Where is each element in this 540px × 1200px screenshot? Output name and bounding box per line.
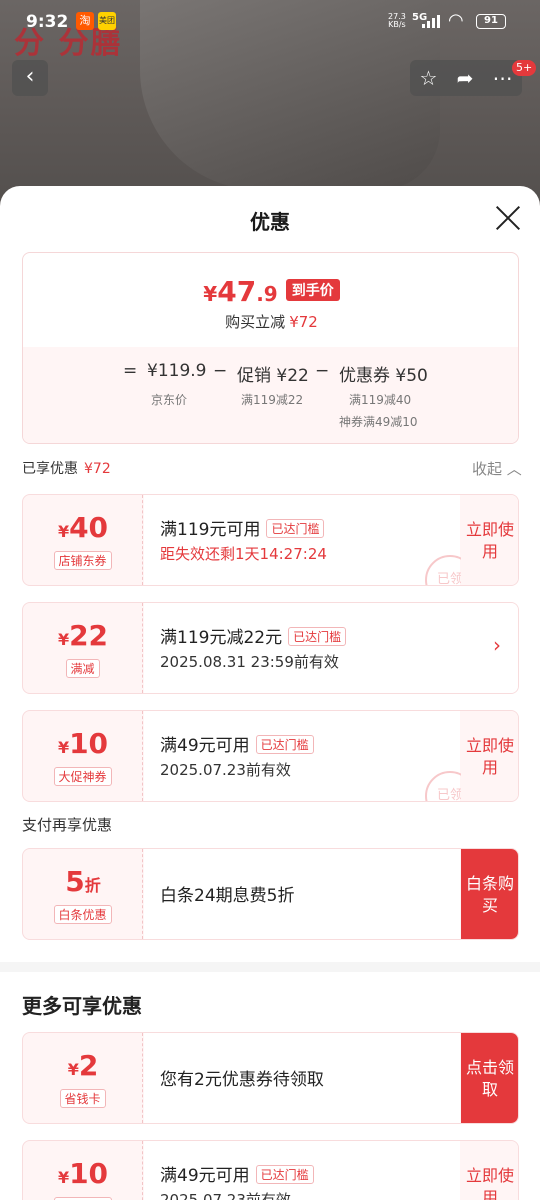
promo-amount: 促销 ¥22 xyxy=(237,366,309,386)
original-price-label: 京东价 xyxy=(151,393,188,407)
coupon-type: 满减 xyxy=(65,659,100,678)
favorite-icon[interactable]: ☆ xyxy=(420,66,438,90)
use-now-button[interactable]: 立即使用 xyxy=(461,495,518,585)
price-breakdown: = ¥119.9 京东价 − 促销 ¥22 满119减22 − 优惠券 ¥50 … xyxy=(23,347,518,443)
coupon-desc: 您有2元优惠券待领取 xyxy=(160,1070,324,1090)
coupon-expiry: 2025.07.23前有效 xyxy=(160,1191,291,1200)
threshold-badge: 已达门槛 xyxy=(266,519,325,538)
coupon-sub-2: 神券满49减10 xyxy=(339,415,418,429)
coupon-info: 满119元可用 已达门槛 距失效还剩1天14:27:24 xyxy=(144,495,460,585)
threshold-badge: 已达门槛 xyxy=(255,735,314,754)
more-offer-card: ¥2 省钱卡 您有2元优惠券待领取 点击领取 xyxy=(22,1032,519,1124)
discount-sheet: 优惠 ¥47.9 到手价 购买立减 ¥72 = ¥119.9 京东价 − 促销 ¥2… xyxy=(0,186,540,1200)
claim-button[interactable]: 点击领取 xyxy=(461,1033,518,1123)
taobao-app-icon: 淘 xyxy=(76,12,94,30)
coupon-expiry: 2025.07.23前有效 xyxy=(160,761,291,779)
coupon-type: 大促神券 xyxy=(53,767,112,786)
coupon-card: ¥40 店铺东券 满119元可用 已达门槛 距失效还剩1天14:27:24 已领 … xyxy=(22,494,519,586)
top-actions: ☆ ➦ ⋯ xyxy=(410,60,522,96)
coupon-value: ¥22 满减 xyxy=(23,603,143,693)
coupon-info: 您有2元优惠券待领取 xyxy=(144,1033,460,1123)
coupon-info: 满119元减22元 已达门槛 2025.08.31 23:59前有效 xyxy=(144,603,518,693)
use-now-button[interactable]: 立即使用 xyxy=(461,711,518,801)
collapse-button[interactable]: 收起 ︿ xyxy=(472,458,522,479)
close-icon[interactable] xyxy=(494,204,522,232)
pay-section-label: 支付再享优惠 xyxy=(22,816,113,834)
save-line: 购买立减 ¥72 xyxy=(225,313,318,331)
coupon-value: ¥10 大促神券 xyxy=(23,711,143,801)
status-time: 9:32 xyxy=(26,12,69,32)
signal-bars-icon xyxy=(422,15,440,28)
notification-badge: 5+ xyxy=(512,60,537,76)
chevron-right-icon[interactable]: › xyxy=(493,633,501,657)
coupon-info: 满49元可用 已达门槛 2025.07.23前有效 xyxy=(144,1141,460,1200)
final-price-tag: 到手价 xyxy=(285,279,340,301)
coupon-card[interactable]: ¥22 满减 满119元减22元 已达门槛 2025.08.31 23:59前有效… xyxy=(22,602,519,694)
pay-offer-type: 白条优惠 xyxy=(53,905,112,924)
coupon-expiry: 距失效还剩1天14:27:24 xyxy=(160,545,327,563)
section-divider xyxy=(0,962,540,972)
more-offer-card: ¥10 大促神券 满49元可用已达门槛 2025.07.23前有效 立即使用 xyxy=(22,1140,519,1200)
baitiao-buy-button[interactable]: 白条购买 xyxy=(461,849,518,939)
more-icon[interactable]: ⋯ xyxy=(492,66,512,90)
share-icon[interactable]: ➦ xyxy=(457,66,474,90)
threshold-badge: 已达门槛 xyxy=(288,627,347,646)
price-summary: ¥47.9 到手价 购买立减 ¥72 = ¥119.9 京东价 − 促销 ¥22 满… xyxy=(22,252,519,444)
equals-sign: = xyxy=(123,361,138,381)
back-icon: ‹ xyxy=(25,64,35,89)
pay-offer-desc: 白条24期息费5折 xyxy=(160,886,295,906)
original-price: ¥119.9 xyxy=(147,361,207,381)
final-price: ¥47.9 到手价 xyxy=(23,275,518,308)
coupon-value: ¥2 省钱卡 xyxy=(23,1033,143,1123)
coupon-value: ¥40 店铺东券 xyxy=(23,495,143,585)
use-now-button[interactable]: 立即使用 xyxy=(461,1141,518,1200)
coupon-info: 满49元可用 已达门槛 2025.07.23前有效 xyxy=(144,711,460,801)
status-bar: 9:32 淘 美团 27.3 KB/s 5G ◠ 91 xyxy=(0,0,540,44)
minus-sign: − xyxy=(213,361,228,381)
back-button[interactable]: ‹ xyxy=(12,60,48,96)
promo-sub: 满119减22 xyxy=(241,393,304,407)
minus-sign-2: − xyxy=(315,361,330,381)
wifi-icon: ◠ xyxy=(448,10,464,31)
enjoyed-label: 已享优惠 ¥72 xyxy=(22,461,111,477)
coupon-type: 店铺东券 xyxy=(53,551,112,570)
pay-offer-card: 5折 白条优惠 白条24期息费5折 白条购买 xyxy=(22,848,519,940)
battery-icon: 91 xyxy=(476,14,506,29)
coupon-expiry: 2025.08.31 23:59前有效 xyxy=(160,653,339,671)
more-offers-title: 更多可享优惠 xyxy=(22,994,142,1018)
coupon-sub-1: 满119减40 xyxy=(349,393,412,407)
threshold-badge: 已达门槛 xyxy=(255,1165,314,1184)
coupon-amount: 优惠券 ¥50 xyxy=(339,366,428,386)
coupon-card: ¥10 大促神券 满49元可用 已达门槛 2025.07.23前有效 已领 立即使… xyxy=(22,710,519,802)
pay-offer-value: 5折 白条优惠 xyxy=(23,849,143,939)
sheet-title: 优惠 xyxy=(250,210,290,234)
meituan-app-icon: 美团 xyxy=(98,12,116,30)
net-speed: 27.3 KB/s xyxy=(388,12,406,29)
coupon-type: 省钱卡 xyxy=(59,1089,106,1108)
pay-offer-info: 白条24期息费5折 xyxy=(144,849,460,939)
coupon-value: ¥10 大促神券 xyxy=(23,1141,143,1200)
